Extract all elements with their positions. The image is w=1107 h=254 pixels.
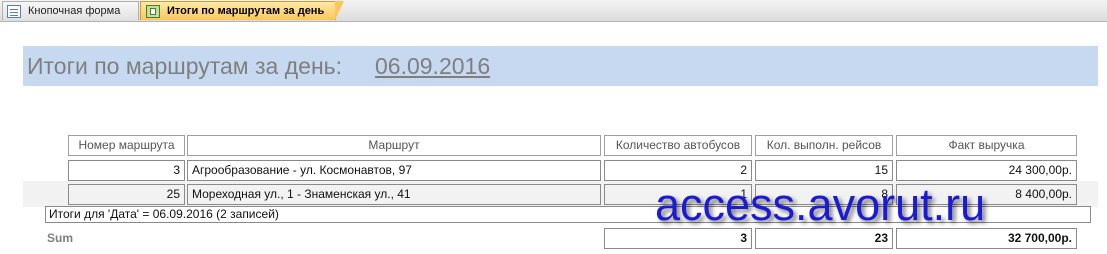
report-title: Итоги по маршрутам за день: <box>27 53 343 79</box>
table-cell-route-number: 3 <box>68 160 185 181</box>
report-icon <box>146 4 160 18</box>
column-header-revenue: Факт выручка <box>896 135 1077 156</box>
sum-bus-count: 3 <box>604 228 752 249</box>
watermark-text: access.avorut.ru <box>655 179 986 230</box>
table-cell-route-number: 25 <box>68 184 185 205</box>
table-cell-route: Агрообразование - ул. Космонавтов, 97 <box>187 160 601 181</box>
column-header-route: Маршрут <box>187 135 601 156</box>
column-header-trips-done: Кол. выполн. рейсов <box>755 135 893 156</box>
table-cell-revenue: 24 300,00р. <box>896 160 1077 181</box>
sum-trips-done: 23 <box>755 228 893 249</box>
sum-label: Sum <box>47 231 74 245</box>
report-date: 06.09.2016 <box>375 53 491 79</box>
document-tab-bar: Кнопочная форма Итоги по маршрутам за де… <box>0 0 1107 22</box>
column-header-route-number: Номер маршрута <box>68 135 185 156</box>
tab-switchboard-form[interactable]: Кнопочная форма <box>2 1 139 20</box>
table-cell-route: Мореходная ул., 1 - Знаменская ул., 41 <box>187 184 601 205</box>
table-cell-bus-count: 2 <box>604 160 752 181</box>
column-header-bus-count: Количество автобусов <box>604 135 752 156</box>
tab-label: Кнопочная форма <box>28 5 121 17</box>
form-icon <box>7 4 21 18</box>
table-cell-trips-done: 15 <box>755 160 893 181</box>
tab-label: Итоги по маршрутам за день <box>167 5 325 17</box>
tab-route-totals-report[interactable]: Итоги по маршрутам за день <box>140 1 344 20</box>
sum-revenue: 32 700,00р. <box>896 228 1077 249</box>
